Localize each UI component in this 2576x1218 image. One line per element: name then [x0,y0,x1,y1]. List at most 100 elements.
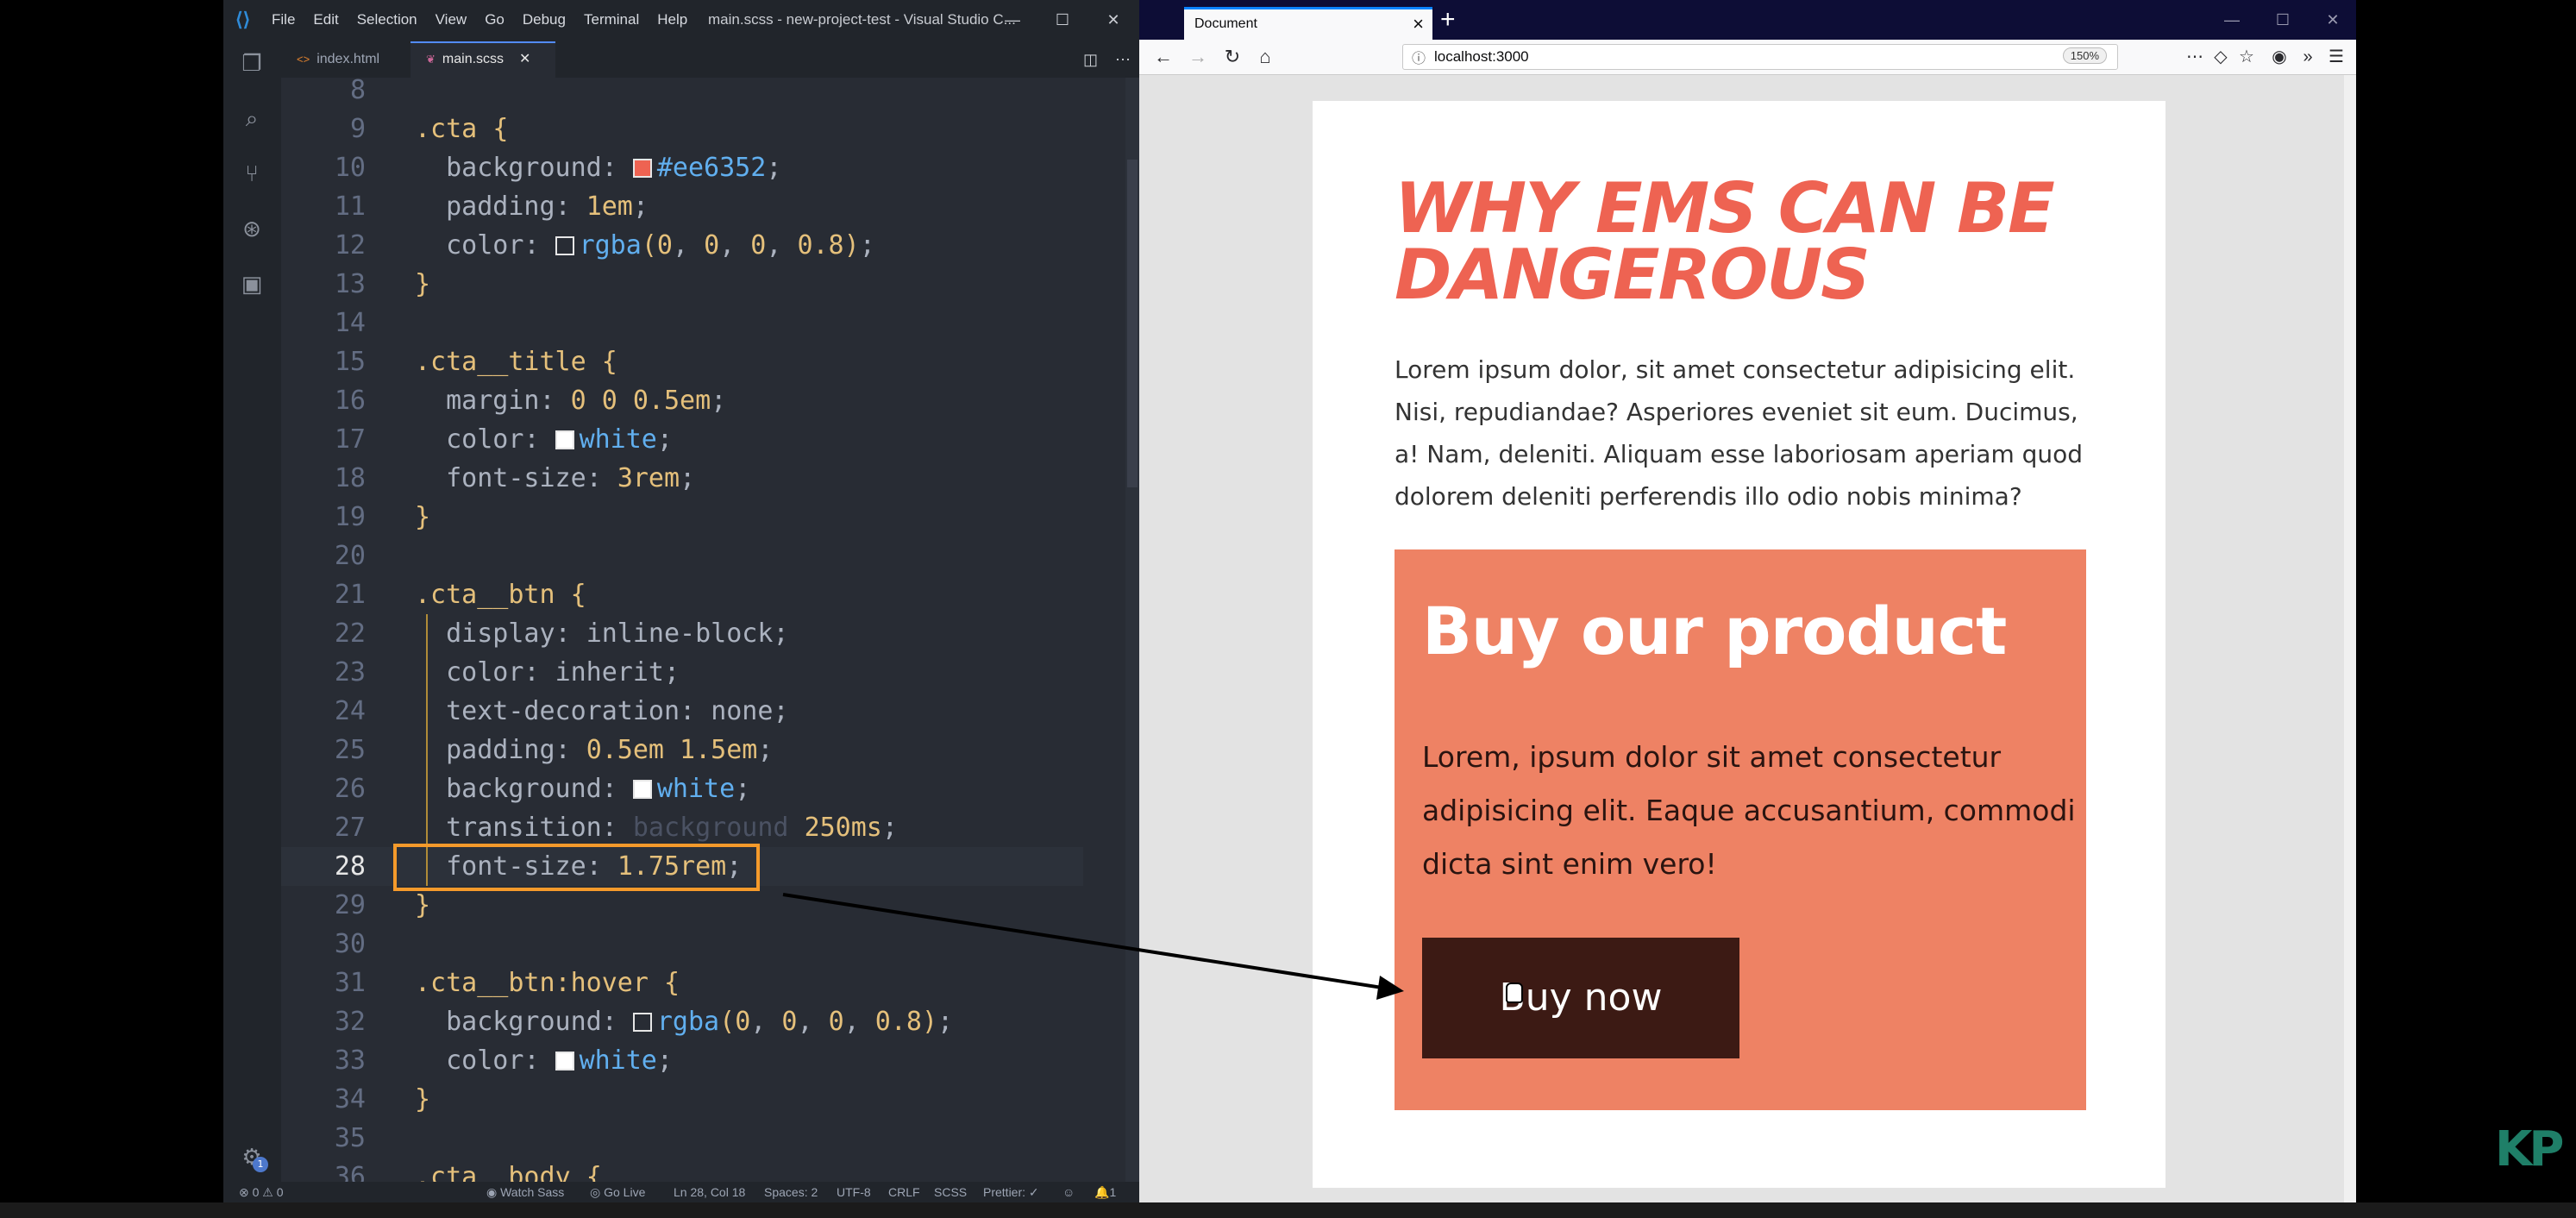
code-line[interactable]: 8 [281,78,1083,110]
bookmark-star-icon[interactable]: ☆ [2234,43,2259,71]
close-icon[interactable]: ✕ [2314,7,2352,33]
code-line[interactable]: 10 background: #ee6352; [281,148,1083,187]
more-actions-icon[interactable]: ⋯ [1115,41,1131,78]
reload-icon[interactable]: ↻ [1219,43,1246,71]
line-number: 23 [334,657,366,687]
url-text[interactable]: localhost:3000 [1434,48,1529,66]
menu-terminal[interactable]: Terminal [584,11,639,28]
browser-tab[interactable]: Document × [1184,7,1432,40]
split-editor-icon[interactable]: ◫ [1083,41,1098,78]
new-tab-icon[interactable]: + [1440,5,1456,35]
code-line[interactable]: 12 color: rgba(0, 0, 0, 0.8); [281,226,1083,265]
code-line[interactable]: 11 padding: 1em; [281,187,1083,226]
color-swatch[interactable] [555,430,574,449]
code-line[interactable]: 20 [281,537,1083,575]
code-line[interactable]: 23 color: inherit; [281,653,1083,692]
color-swatch[interactable] [632,1013,652,1032]
tab-close-icon[interactable]: × [1413,13,1424,35]
code-line[interactable]: 29} [281,886,1083,925]
language-mode[interactable]: SCSS [934,1182,967,1202]
feedback-icon[interactable]: ☺ [1062,1182,1075,1202]
editor-scrollbar-thumb[interactable] [1127,160,1138,487]
color-swatch[interactable] [632,159,652,178]
notifications[interactable]: 🔔1 [1094,1182,1116,1202]
tab-main-scss[interactable]: ❦ main.scss ✕ [411,41,555,79]
highlight-box [393,844,760,891]
debug-icon[interactable]: ⊛ [238,216,266,243]
code-line[interactable]: 13} [281,265,1083,304]
code-line[interactable]: 34} [281,1080,1083,1119]
explorer-icon[interactable]: ❐ [238,50,266,78]
menu-icon[interactable]: ☰ [2323,43,2349,71]
code-line[interactable]: 25 padding: 0.5em 1.5em; [281,731,1083,769]
page-actions-icon[interactable]: ⋯ [2182,43,2208,71]
vscode-menubar: File Edit Selection View Go Debug Termin… [272,11,687,28]
code-line[interactable]: 24 text-decoration: none; [281,692,1083,731]
source-control-icon[interactable]: ⑂ [238,160,266,188]
menu-go[interactable]: Go [485,11,505,28]
forward-icon[interactable]: → [1184,43,1212,71]
watch-sass[interactable]: ◉ Watch Sass [486,1182,564,1202]
zoom-indicator[interactable]: 150% [2062,47,2107,64]
browser-tab-title: Document [1194,16,1257,31]
color-swatch[interactable] [555,1052,574,1070]
window-title: main.scss - new-project-test - Visual St… [708,11,1016,28]
problems-indicator[interactable]: ⊗ 0 ⚠ 0 [239,1182,284,1202]
indentation[interactable]: Spaces: 2 [764,1182,818,1202]
maximize-icon[interactable]: ☐ [1044,7,1081,33]
close-icon[interactable]: ✕ [1094,7,1132,33]
code-line[interactable]: 26 background: white; [281,769,1083,808]
cursor-position[interactable]: Ln 28, Col 18 [674,1182,745,1202]
overflow-icon[interactable]: » [2295,43,2321,71]
pocket-icon[interactable]: ◇ [2208,43,2234,71]
url-bar[interactable]: ⓘ localhost:3000 150% [1402,44,2118,70]
code-line[interactable]: 18 font-size: 3rem; [281,459,1083,498]
line-ending[interactable]: CRLF [888,1182,920,1202]
code-line[interactable]: 14 [281,304,1083,342]
code-line[interactable]: 17 color: white; [281,420,1083,459]
code-line[interactable]: 15 .cta__title { [281,342,1083,381]
extensions-icon[interactable]: ▣ [238,271,266,298]
maximize-icon[interactable]: ☐ [2264,7,2302,33]
back-icon[interactable]: ← [1150,43,1177,71]
code-line[interactable]: 16 margin: 0 0 0.5em; [281,381,1083,420]
code-editor[interactable]: 8 9 .cta {10 background: #ee6352; 11 paddin… [281,78,1139,1202]
code-line[interactable]: 9 .cta { [281,110,1083,148]
menu-selection[interactable]: Selection [357,11,417,28]
home-icon[interactable]: ⌂ [1251,43,1279,71]
browser-scrollbar[interactable] [2344,75,2356,1202]
menu-edit[interactable]: Edit [313,11,338,28]
code-line[interactable]: 27 transition: background 250ms; [281,808,1083,847]
minimize-icon[interactable]: — [993,7,1031,33]
scss-file-icon: ❦ [426,53,436,66]
kp-watermark-logo: KP [2495,1121,2564,1177]
menu-view[interactable]: View [436,11,467,28]
go-live[interactable]: ◎ Go Live [590,1182,645,1202]
line-source: } [415,502,431,532]
encoding[interactable]: UTF-8 [837,1182,871,1202]
code-line[interactable]: 33 color: white; [281,1041,1083,1080]
color-swatch[interactable] [632,780,652,799]
menu-file[interactable]: File [272,11,295,28]
line-number: 31 [334,968,366,998]
code-line[interactable]: 30 [281,925,1083,964]
prettier-status[interactable]: Prettier: ✓ [983,1182,1039,1202]
tab-index-html[interactable]: <> index.html [281,41,426,78]
color-swatch[interactable] [555,236,574,255]
info-icon[interactable]: ⓘ [1412,47,1426,67]
menu-help[interactable]: Help [657,11,687,28]
code-line[interactable]: 22 display: inline-block; [281,614,1083,653]
code-line[interactable]: 35 [281,1119,1083,1158]
buy-now-button[interactable]: Buy now [1422,938,1739,1058]
code-line[interactable]: 21 .cta__btn { [281,575,1083,614]
search-icon[interactable]: ⌕ [238,105,266,133]
code-line[interactable]: 31 .cta__btn:hover { [281,964,1083,1002]
browser-toolbar: ← → ↻ ⌂ ⓘ localhost:3000 150% ⋯ ◇ ☆ ◉ » … [1139,40,2356,75]
minimize-icon[interactable]: — [2213,7,2251,33]
code-line[interactable]: 32 background: rgba(0, 0, 0, 0.8); [281,1002,1083,1041]
account-icon[interactable]: ◉ [2266,43,2292,71]
tab-close-icon[interactable]: ✕ [519,52,530,66]
menu-debug[interactable]: Debug [523,11,566,28]
html-file-icon: <> [297,53,310,66]
code-line[interactable]: 19} [281,498,1083,537]
